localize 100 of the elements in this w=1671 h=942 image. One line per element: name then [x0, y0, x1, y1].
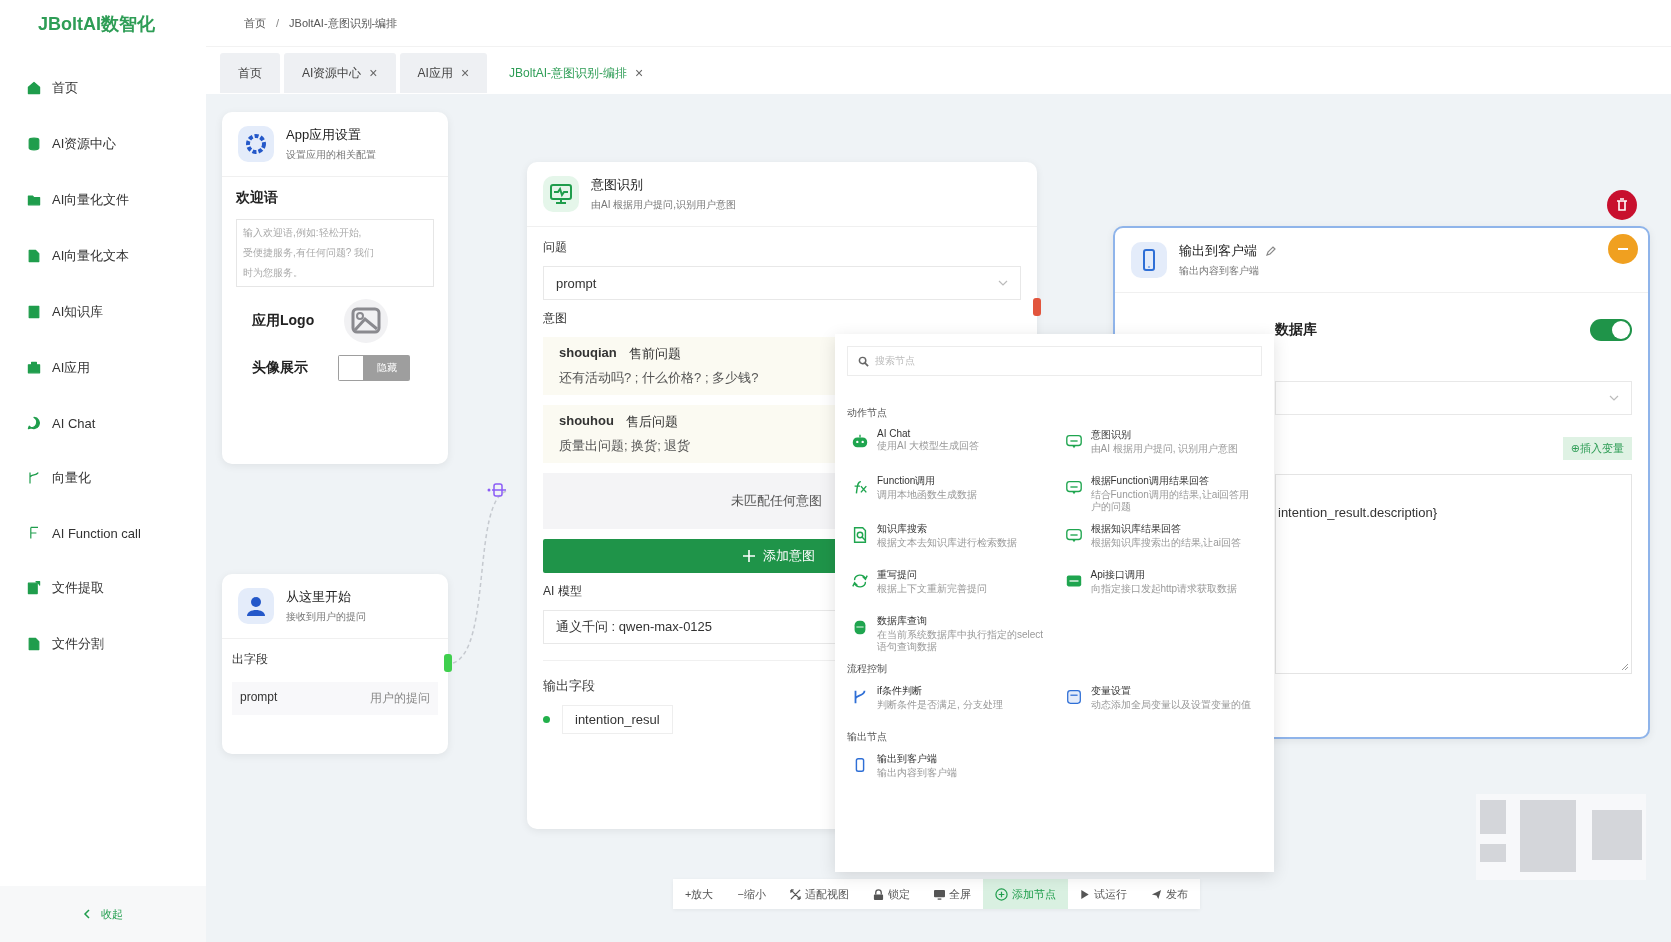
- menu-item-icon: [26, 80, 42, 96]
- toolbar-button[interactable]: 发布: [1138, 879, 1200, 909]
- content-textarea[interactable]: intention_result.description}: [1275, 474, 1632, 674]
- tab[interactable]: AI资源中心 ×: [284, 53, 396, 93]
- tab[interactable]: 首页: [220, 53, 280, 93]
- connection-handle[interactable]: [487, 482, 507, 498]
- refresh-icon: [851, 572, 869, 590]
- play-icon: [1079, 888, 1090, 900]
- edit-icon[interactable]: [1265, 245, 1277, 257]
- section-title: 流程控制: [847, 662, 888, 676]
- node-type-title: 输出到客户端: [877, 752, 938, 766]
- select-field[interactable]: [1275, 381, 1632, 415]
- menu-item-icon: [26, 580, 42, 596]
- node-subtitle: 接收到用户的提问: [286, 610, 366, 624]
- sidebar-item[interactable]: AI应用: [0, 359, 206, 377]
- node-type-title: 数据库查询: [877, 614, 928, 628]
- monitor-icon: [933, 888, 945, 900]
- resize-handle-icon[interactable]: [1621, 663, 1629, 671]
- toolbar-button[interactable]: 试运行: [1067, 879, 1139, 909]
- menu-item-icon: [26, 248, 42, 264]
- node-title: App应用设置: [286, 126, 363, 144]
- lock-icon: [872, 888, 884, 900]
- sidebar-item[interactable]: 文件分割: [0, 635, 206, 653]
- node-title: 从这里开始: [286, 588, 352, 606]
- plus-icon: [743, 550, 755, 562]
- intent-name: 售前问题: [628, 345, 681, 363]
- image-icon[interactable]: [344, 299, 389, 343]
- node-card[interactable]: App应用设置 设置应用的相关配置 欢迎语 输入欢迎语,例如:轻松开始, 受便捷服务,有任何问题? 我们 时为您服务。 应用Logo 头像展示 隐藏: [222, 112, 448, 464]
- menu-item-icon: [26, 136, 42, 152]
- delete-icon[interactable]: [1607, 190, 1637, 220]
- chevron-down-icon: [1609, 395, 1619, 401]
- sidebar-item[interactable]: AI知识库: [0, 303, 206, 321]
- intent-name: 售后问题: [625, 413, 678, 431]
- sidebar-item[interactable]: 首页: [0, 79, 206, 97]
- add-circle-icon: [994, 887, 1008, 901]
- field-label: 意图: [543, 310, 567, 327]
- status-dot: [543, 716, 550, 723]
- question-select[interactable]: prompt: [543, 266, 1021, 300]
- search-icon: [851, 526, 869, 544]
- search-icon: [858, 355, 869, 367]
- breadcrumb-item[interactable]: JBoltAI-意图识别-编排: [289, 15, 398, 31]
- user-icon: [238, 588, 274, 624]
- collapse-icon[interactable]: [1608, 234, 1638, 264]
- intent-examples: 质量出问题; 换货; 退货: [559, 437, 691, 455]
- section-label: 输出字段: [543, 677, 595, 695]
- close-icon[interactable]: ×: [460, 65, 470, 81]
- section-label: 出字段: [232, 651, 269, 668]
- field-row: prompt 用户的提问: [232, 682, 438, 715]
- chevron-left-icon: [83, 909, 91, 919]
- node-type-title: if条件判断: [877, 684, 923, 698]
- chat-icon: [1064, 432, 1083, 450]
- toolbar-button[interactable]: +放大: [673, 879, 726, 909]
- intent-examples: 还有活动吗? ; 什么价格? ; 多少钱?: [559, 369, 759, 387]
- menu-item-icon: [26, 470, 42, 486]
- fit-view-icon: [789, 888, 801, 900]
- node-card[interactable]: 从这里开始 接收到用户的提问 出字段 prompt 用户的提问: [222, 574, 448, 754]
- node-subtitle: 设置应用的相关配置: [286, 148, 376, 162]
- intent-key: shouqian: [559, 345, 617, 363]
- node-subtitle: 由AI 根据用户提问,识别用户意图: [591, 198, 736, 212]
- breadcrumb-item[interactable]: 首页: [244, 15, 266, 31]
- toolbar-button[interactable]: 适配视图: [777, 879, 861, 909]
- node-subtitle: 输出内容到客户端: [1179, 264, 1260, 278]
- node-type-description: 根据上下文重新完善提问: [877, 583, 987, 595]
- sidebar-item[interactable]: 文件提取: [0, 579, 206, 597]
- close-icon[interactable]: ×: [369, 65, 378, 81]
- connection-handle[interactable]: [444, 654, 452, 672]
- tab[interactable]: AI应用 ×: [399, 53, 488, 93]
- menu-item-icon: [26, 304, 42, 320]
- close-icon[interactable]: ×: [635, 65, 644, 81]
- sidebar-item[interactable]: AI Function call: [0, 525, 206, 541]
- menu-item-icon: [26, 192, 42, 208]
- sidebar-item[interactable]: 向量化: [0, 469, 206, 487]
- sidebar-item[interactable]: AI资源中心: [0, 135, 206, 153]
- connection-handle[interactable]: [1033, 298, 1041, 316]
- menu-item-icon: [26, 415, 42, 431]
- unmatched-label: 未匹配任何意图: [731, 492, 822, 510]
- node-type-description: 输出内容到客户端: [877, 767, 957, 779]
- sidebar-item[interactable]: AI向量化文本: [0, 247, 206, 265]
- intent-key: shouhou: [559, 413, 614, 431]
- toolbar-button[interactable]: 锁定: [860, 879, 922, 909]
- field-label: 头像展示: [252, 359, 308, 377]
- field-label: 数据库: [1275, 321, 1317, 339]
- section-title: 输出节点: [847, 730, 888, 744]
- menu-item-icon: [26, 636, 42, 652]
- chat-icon: [1064, 478, 1083, 496]
- node-type-description: 使用AI 大模型生成回答: [877, 440, 980, 452]
- monitor-icon: [543, 176, 579, 212]
- sidebar-item[interactable]: AI向量化文件: [0, 191, 206, 209]
- section-title: 动作节点: [847, 406, 888, 420]
- menu-item-icon: [26, 360, 42, 376]
- field-label: 应用Logo: [252, 312, 315, 330]
- toolbar-button[interactable]: −缩小: [725, 879, 778, 909]
- chat-icon: [1064, 526, 1083, 544]
- var-icon: [1064, 688, 1083, 706]
- node-type-description: 判断条件是否满足, 分支处理: [877, 699, 1003, 711]
- gear-icon: [238, 126, 274, 162]
- toolbar-button[interactable]: 全屏: [921, 879, 983, 909]
- field-label: AI 模型: [543, 583, 582, 600]
- toggle-switch[interactable]: [1590, 319, 1632, 341]
- sidebar-item[interactable]: AI Chat: [0, 415, 206, 431]
